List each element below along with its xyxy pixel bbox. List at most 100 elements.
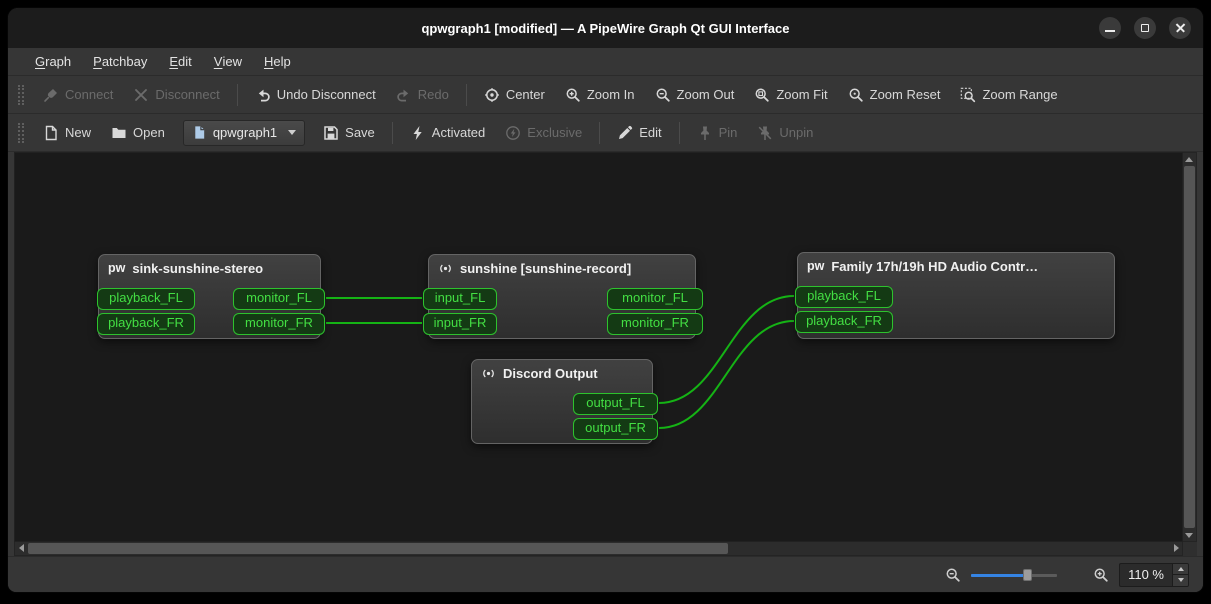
zoom-out-icon	[945, 567, 961, 583]
canvas-zone: pw sink-sunshine-stereo playback_FL play…	[8, 152, 1203, 556]
scroll-left-arrow[interactable]	[15, 542, 27, 554]
zoom-fit-button[interactable]: Zoom Fit	[745, 82, 836, 108]
node-sunshine-record[interactable]: sunshine [sunshine-record] input_FL inpu…	[423, 254, 703, 339]
disconnect-icon	[133, 87, 149, 103]
port-output[interactable]: output_FR	[573, 418, 658, 440]
combo-value: qpwgraph1	[212, 125, 278, 140]
scroll-down-arrow[interactable]	[1183, 529, 1195, 541]
toolbar-drag-handle[interactable]	[18, 84, 24, 105]
exclusive-toggle[interactable]: Exclusive	[496, 120, 591, 146]
scroll-right-arrow[interactable]	[1170, 542, 1182, 554]
zoom-slider-handle[interactable]	[1023, 568, 1033, 581]
zoom-out-button[interactable]: Zoom Out	[646, 82, 744, 108]
close-button[interactable]	[1169, 17, 1191, 39]
center-button[interactable]: Center	[475, 82, 554, 108]
unpin-button[interactable]: Unpin	[748, 120, 822, 146]
zoom-spinbox[interactable]: 110 %	[1119, 562, 1189, 587]
maximize-button[interactable]	[1134, 17, 1156, 39]
node-title: Family 17h/19h HD Audio Contr…	[831, 259, 1039, 274]
disconnect-button[interactable]: Disconnect	[124, 82, 228, 108]
port-input[interactable]: playback_FR	[795, 311, 893, 333]
horizontal-scroll-thumb[interactable]	[28, 543, 728, 554]
patchbay-toolbar: New Open qpwgraph1 Save Activated Exclus…	[8, 114, 1203, 152]
toolbar-separator	[391, 121, 393, 144]
toolbar-separator	[465, 83, 467, 106]
minimize-icon	[1105, 30, 1115, 32]
open-folder-icon	[111, 125, 127, 141]
port-output[interactable]: monitor_FL	[607, 288, 703, 310]
port-output[interactable]: monitor_FL	[233, 288, 325, 310]
center-icon	[484, 87, 500, 103]
monitor-icon	[481, 366, 496, 381]
zoom-in-button[interactable]: Zoom In	[556, 82, 644, 108]
port-input[interactable]: input_FL	[423, 288, 497, 310]
save-button[interactable]: Save	[314, 120, 384, 146]
node-discord-output[interactable]: Discord Output output_FL output_FR	[471, 359, 658, 444]
port-input[interactable]: playback_FR	[97, 313, 195, 335]
port-output[interactable]: monitor_FR	[607, 313, 703, 335]
vertical-scrollbar[interactable]	[1183, 152, 1197, 542]
toolbar-separator	[678, 121, 680, 144]
toolbar-drag-handle[interactable]	[18, 122, 24, 143]
toolbar-separator	[236, 83, 238, 106]
port-input[interactable]: playback_FL	[97, 288, 195, 310]
vertical-scroll-thumb[interactable]	[1184, 166, 1195, 528]
connect-button[interactable]: Connect	[34, 82, 122, 108]
zoom-value: 110 %	[1128, 567, 1164, 582]
scroll-up-arrow[interactable]	[1183, 153, 1195, 165]
window-controls	[1099, 8, 1191, 48]
zoom-reset-icon	[848, 87, 864, 103]
port-input[interactable]: input_FR	[423, 313, 497, 335]
zoom-spin-up-button[interactable]	[1173, 563, 1188, 574]
undo-icon	[255, 87, 271, 103]
graph-canvas[interactable]: pw sink-sunshine-stereo playback_FL play…	[14, 152, 1183, 542]
port-input[interactable]: playback_FL	[795, 286, 893, 308]
zoom-out-icon	[655, 87, 671, 103]
zoom-slider[interactable]	[971, 567, 1058, 583]
connect-icon	[43, 87, 59, 103]
pin-button[interactable]: Pin	[688, 120, 747, 146]
zoom-spin-down-button[interactable]	[1173, 574, 1188, 586]
open-button[interactable]: Open	[102, 120, 174, 146]
zoom-in-icon	[565, 87, 581, 103]
activated-toggle[interactable]: Activated	[401, 120, 494, 146]
zoom-range-button[interactable]: Zoom Range	[951, 82, 1066, 108]
menu-edit[interactable]: Edit	[158, 48, 202, 75]
menu-patchbay[interactable]: Patchbay	[82, 48, 158, 75]
exclusive-icon	[505, 125, 521, 141]
patchbay-file-combo[interactable]: qpwgraph1	[182, 119, 306, 146]
graph-toolbar: Connect Disconnect Undo Disconnect Redo …	[8, 76, 1203, 114]
node-title: sunshine [sunshine-record]	[460, 261, 632, 276]
maximize-icon	[1141, 24, 1149, 32]
menubar: Graph Patchbay Edit View Help	[8, 48, 1203, 76]
node-title: sink-sunshine-stereo	[132, 261, 264, 276]
patchbay-file-icon	[192, 125, 207, 140]
new-file-icon	[43, 125, 59, 141]
port-output[interactable]: output_FL	[573, 393, 658, 415]
statusbar: 110 %	[8, 556, 1203, 592]
minimize-button[interactable]	[1099, 17, 1121, 39]
menu-help[interactable]: Help	[253, 48, 302, 75]
save-icon	[323, 125, 339, 141]
redo-button[interactable]: Redo	[387, 82, 458, 108]
node-sink-sunshine-stereo[interactable]: pw sink-sunshine-stereo playback_FL play…	[97, 254, 325, 339]
zoom-in-icon	[1093, 567, 1109, 583]
zoom-reset-button[interactable]: Zoom Reset	[839, 82, 950, 108]
menu-view[interactable]: View	[203, 48, 253, 75]
pencil-icon	[617, 125, 633, 141]
toolbar-separator	[599, 121, 601, 144]
window-title: qpwgraph1 [modified] — A PipeWire Graph …	[421, 20, 790, 36]
redo-icon	[396, 87, 412, 103]
port-output[interactable]: monitor_FR	[233, 313, 325, 335]
edit-button[interactable]: Edit	[608, 120, 670, 146]
horizontal-scrollbar[interactable]	[14, 542, 1183, 556]
pin-icon	[697, 125, 713, 141]
node-family-hd-audio[interactable]: pw Family 17h/19h HD Audio Contr… playba…	[795, 252, 1115, 339]
new-button[interactable]: New	[34, 120, 100, 146]
menu-graph[interactable]: Graph	[24, 48, 82, 75]
app-window: qpwgraph1 [modified] — A PipeWire Graph …	[8, 8, 1203, 592]
node-title: Discord Output	[503, 366, 598, 381]
undo-disconnect-button[interactable]: Undo Disconnect	[246, 82, 385, 108]
pipewire-icon: pw	[807, 259, 825, 274]
lightning-icon	[410, 125, 426, 141]
